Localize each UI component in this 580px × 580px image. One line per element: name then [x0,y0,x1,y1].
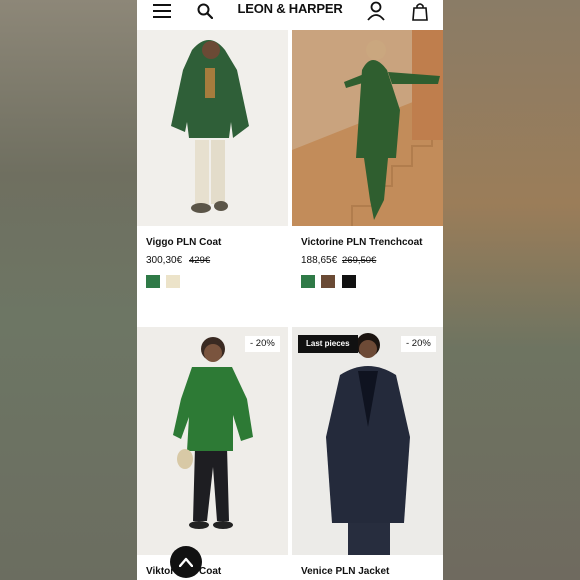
product-image-victorine[interactable] [292,30,443,226]
color-swatch-brown[interactable] [321,275,335,288]
shopping-bag-icon[interactable] [409,0,431,22]
brand-logo[interactable]: LEON & HARPER [137,1,443,16]
chevron-up-icon [179,557,193,567]
product-name[interactable]: Viktor [146,566,174,577]
color-swatch-black[interactable] [342,275,356,288]
product-old-price: 269,50€ [342,255,377,266]
color-swatch-green[interactable] [301,275,315,288]
background-right [443,0,580,580]
product-name[interactable]: Victorine PLN Trenchcoat [301,237,423,248]
color-swatch-cream[interactable] [166,275,180,288]
header-bar: LEON & HARPER [137,0,443,28]
product-name-suffix[interactable]: Coat [199,566,221,577]
product-image-viktor[interactable] [137,327,288,555]
product-name[interactable]: Viggo PLN Coat [146,237,221,248]
discount-badge: - 20% [401,336,436,352]
background-left [0,0,137,580]
last-pieces-badge: Last pieces [298,335,358,353]
product-image-venice[interactable] [292,327,443,555]
product-name[interactable]: Venice PLN Jacket [301,566,389,577]
color-swatch-green[interactable] [146,275,160,288]
product-price: 300,30€ [146,255,183,266]
discount-badge: - 20% [245,336,280,352]
scroll-to-top-button[interactable] [170,546,202,578]
product-image-viggo[interactable] [137,30,288,226]
user-icon[interactable] [365,0,387,22]
product-price: 188,65€ [301,255,338,266]
product-old-price: 429€ [189,255,211,266]
mobile-page: LEON & HARPER Viggo PLN Coat 300,30€ 429… [137,0,443,580]
